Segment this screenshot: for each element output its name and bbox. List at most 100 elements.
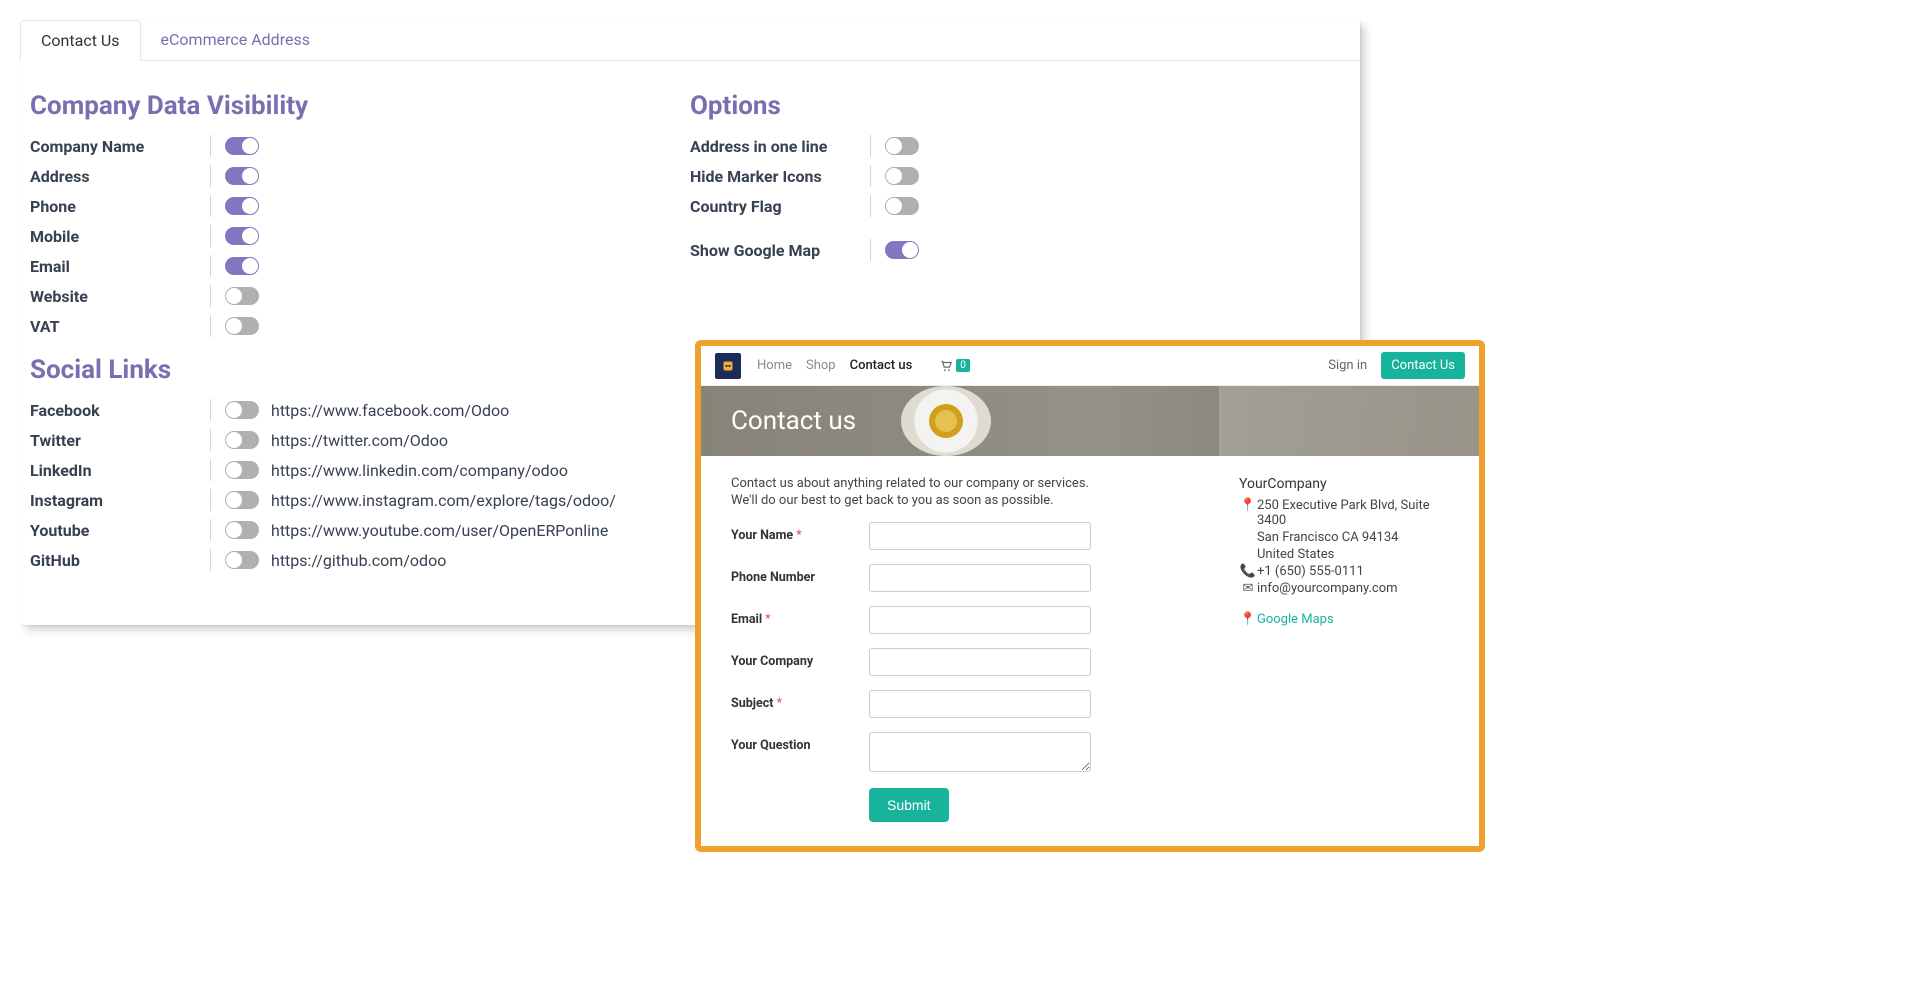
divider xyxy=(210,255,211,277)
preview-panel: Home Shop Contact us 0 Sign in Contact U… xyxy=(695,340,1485,852)
cart-icon xyxy=(938,359,954,373)
section-title-social: Social Links xyxy=(30,355,690,385)
company-name: YourCompany xyxy=(1239,476,1449,492)
intro-line-1: Contact us about anything related to our… xyxy=(731,476,1209,491)
url-instagram: https://www.instagram.com/explore/tags/o… xyxy=(271,491,616,510)
divider xyxy=(210,315,211,337)
your-question-textarea[interactable] xyxy=(869,732,1091,772)
label-youtube: Youtube xyxy=(30,521,210,540)
phone-number-input[interactable] xyxy=(869,564,1091,592)
label-facebook: Facebook xyxy=(30,401,210,420)
label-linkedin: LinkedIn xyxy=(30,461,210,480)
url-linkedin: https://www.linkedin.com/company/odoo xyxy=(271,461,568,480)
divider xyxy=(210,225,211,247)
address-line-1: 250 Executive Park Blvd, Suite 3400 xyxy=(1257,498,1449,528)
tab-contact-us[interactable]: Contact Us xyxy=(20,20,141,61)
divider xyxy=(210,489,211,511)
tab-ecommerce-address[interactable]: eCommerce Address xyxy=(141,20,330,60)
label-website: Website xyxy=(30,287,210,306)
tabs: Contact Us eCommerce Address xyxy=(20,20,1360,61)
divider xyxy=(210,195,211,217)
section-title-visibility: Company Data Visibility xyxy=(30,91,690,121)
robot-icon xyxy=(719,357,737,375)
toggle-visibility-address[interactable] xyxy=(225,167,259,185)
divider xyxy=(210,399,211,421)
phone-icon: 📞 xyxy=(1239,564,1257,579)
label-your-company: Your Company xyxy=(731,648,869,669)
map-pin-icon: 📍 xyxy=(1239,612,1257,627)
url-twitter: https://twitter.com/Odoo xyxy=(271,431,448,450)
toggle-visibility-email[interactable] xyxy=(225,257,259,275)
toggle-social-twitter[interactable] xyxy=(225,431,259,449)
toggle-visibility-mobile[interactable] xyxy=(225,227,259,245)
cart-button[interactable]: 0 xyxy=(938,359,970,373)
company-info: YourCompany 📍 250 Executive Park Blvd, S… xyxy=(1239,476,1449,822)
your-name-input[interactable] xyxy=(869,522,1091,550)
divider xyxy=(210,519,211,541)
sign-in-link[interactable]: Sign in xyxy=(1328,358,1367,373)
toggle-social-instagram[interactable] xyxy=(225,491,259,509)
divider xyxy=(210,165,211,187)
company-email: info@yourcompany.com xyxy=(1257,581,1449,596)
label-company-name: Company Name xyxy=(30,137,210,156)
hero-banner: Contact us xyxy=(701,386,1479,456)
label-your-name: Your Name * xyxy=(731,522,869,543)
label-email: Email xyxy=(30,257,210,276)
toggle-social-facebook[interactable] xyxy=(225,401,259,419)
label-instagram: Instagram xyxy=(30,491,210,510)
toggle-show-google-map[interactable] xyxy=(885,241,919,259)
label-phone: Phone xyxy=(30,197,210,216)
label-email: Email * xyxy=(731,606,869,627)
label-mobile: Mobile xyxy=(30,227,210,246)
subject-input[interactable] xyxy=(869,690,1091,718)
toggle-visibility-phone[interactable] xyxy=(225,197,259,215)
toggle-social-github[interactable] xyxy=(225,551,259,569)
url-facebook: https://www.facebook.com/Odoo xyxy=(271,401,509,420)
intro-line-2: We'll do our best to get back to you as … xyxy=(731,493,1209,508)
divider xyxy=(210,285,211,307)
url-github: https://github.com/odoo xyxy=(271,551,446,570)
preview-header: Home Shop Contact us 0 Sign in Contact U… xyxy=(701,346,1479,386)
label-phone-number: Phone Number xyxy=(731,564,869,585)
label-vat: VAT xyxy=(30,317,210,336)
nav-shop[interactable]: Shop xyxy=(806,358,836,373)
divider xyxy=(870,135,871,157)
logo xyxy=(715,353,741,379)
google-maps-link[interactable]: 📍 Google Maps xyxy=(1239,612,1449,627)
submit-button[interactable]: Submit xyxy=(869,788,949,822)
address-line-3: United States xyxy=(1257,547,1449,562)
label-country-flag: Country Flag xyxy=(690,197,870,216)
divider xyxy=(870,239,871,261)
cart-count-badge: 0 xyxy=(956,359,970,372)
nav-home[interactable]: Home xyxy=(757,358,792,373)
hero-title: Contact us xyxy=(731,406,856,436)
divider xyxy=(210,135,211,157)
contact-us-button[interactable]: Contact Us xyxy=(1381,352,1465,379)
divider xyxy=(870,165,871,187)
toggle-options-address-in-one-line[interactable] xyxy=(885,137,919,155)
divider xyxy=(210,459,211,481)
toggle-visibility-website[interactable] xyxy=(225,287,259,305)
label-address: Address xyxy=(30,167,210,186)
toggle-options-country-flag[interactable] xyxy=(885,197,919,215)
nav-contact-us[interactable]: Contact us xyxy=(850,358,913,373)
divider xyxy=(870,195,871,217)
label-subject: Subject * xyxy=(731,690,869,711)
section-title-options: Options xyxy=(690,91,1350,121)
toggle-social-linkedin[interactable] xyxy=(225,461,259,479)
toggle-social-youtube[interactable] xyxy=(225,521,259,539)
label-your-question: Your Question xyxy=(731,732,869,753)
toggle-visibility-company-name[interactable] xyxy=(225,137,259,155)
your-company-input[interactable] xyxy=(869,648,1091,676)
label-address-in-one-line: Address in one line xyxy=(690,137,870,156)
address-line-2: San Francisco CA 94134 xyxy=(1257,530,1449,545)
map-pin-icon: 📍 xyxy=(1239,498,1257,528)
label-twitter: Twitter xyxy=(30,431,210,450)
email-input[interactable] xyxy=(869,606,1091,634)
divider xyxy=(210,429,211,451)
toggle-options-hide-marker-icons[interactable] xyxy=(885,167,919,185)
label-hide-marker-icons: Hide Marker Icons xyxy=(690,167,870,186)
envelope-icon: ✉ xyxy=(1239,581,1257,596)
toggle-visibility-vat[interactable] xyxy=(225,317,259,335)
label-show-google-map: Show Google Map xyxy=(690,241,870,260)
